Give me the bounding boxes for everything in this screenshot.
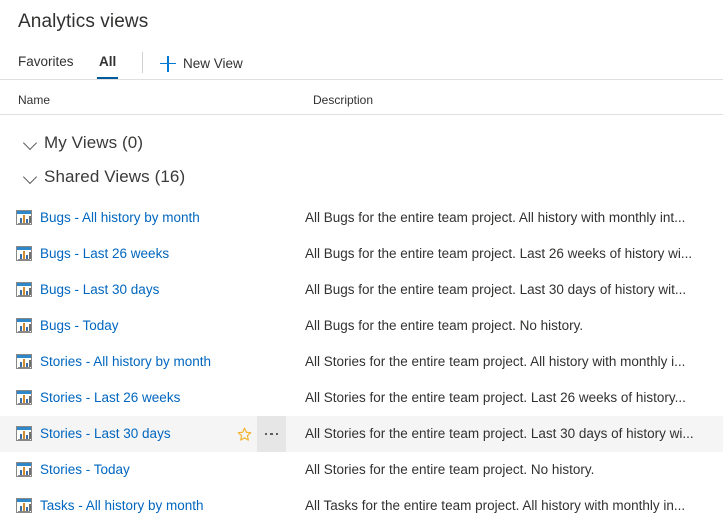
favorite-button[interactable] [231,416,257,452]
column-header-name[interactable]: Name [18,93,50,107]
view-description: All Stories for the entire team project.… [305,462,595,477]
chevron-down-icon [20,132,42,154]
chevron-down-icon [20,166,42,188]
new-view-button[interactable]: New View [160,48,243,79]
tab-all-label: All [99,54,117,69]
view-description: All Stories for the entire team project.… [305,390,686,405]
view-name-link[interactable]: Tasks - All history by month [40,497,204,515]
group-header-shared-views[interactable]: Shared Views (16) [0,160,723,194]
group-header-my-views[interactable]: My Views (0) [0,126,723,160]
tab-bar: Favorites All New View [0,48,723,80]
group-label-my-views: My Views (0) [44,133,144,152]
view-description: All Bugs for the entire team project. No… [305,318,584,333]
view-description: All Tasks for the entire team project. A… [305,498,686,513]
tab-active-indicator [97,77,119,79]
report-chart-icon [16,246,32,261]
view-name-link[interactable]: Bugs - Today [40,317,119,335]
report-chart-icon [16,354,32,369]
ellipsis-icon [264,432,279,436]
table-row[interactable]: Bugs - Last 30 days All Bugs for the enti… [0,272,723,308]
table-row[interactable]: Stories - All history by month All Storie… [0,344,723,380]
table-row[interactable]: Bugs - Last 26 weeks All Bugs for the ent… [0,236,723,272]
new-view-label: New View [183,55,243,71]
view-description: All Stories for the entire team project.… [305,426,694,441]
report-chart-icon [16,426,32,441]
view-description: All Bugs for the entire team project. La… [305,282,687,297]
report-chart-icon [16,210,32,225]
view-name-link[interactable]: Bugs - All history by month [40,209,200,227]
table-row[interactable]: Stories - Last 26 weeks All Stories for t… [0,380,723,416]
view-description: All Stories for the entire team project.… [305,354,686,369]
report-chart-icon [16,462,32,477]
table-row[interactable]: Stories - Last 30 days All Stories for th… [0,416,723,452]
view-name-link[interactable]: Stories - Last 30 days [40,425,171,443]
view-name-link[interactable]: Stories - Today [40,461,130,479]
group-label-shared-views: Shared Views (16) [44,167,186,186]
view-name-link[interactable]: Bugs - Last 30 days [40,281,159,299]
view-name-link[interactable]: Bugs - Last 26 weeks [40,245,169,263]
report-chart-icon [16,318,32,333]
tab-favorites-label: Favorites [18,54,74,69]
report-chart-icon [16,282,32,297]
column-header-description[interactable]: Description [313,93,373,107]
table-row[interactable]: Tasks - All history by month All Tasks fo… [0,488,723,524]
column-header-row: Name Description [0,88,723,115]
table-row[interactable]: Bugs - All history by month All Bugs for … [0,200,723,236]
plus-icon [160,55,176,72]
more-actions-button[interactable] [257,416,286,452]
table-row[interactable]: Bugs - Today All Bugs for the entire team… [0,308,723,344]
report-chart-icon [16,390,32,405]
view-name-link[interactable]: Stories - Last 26 weeks [40,389,180,407]
toolbar-divider [142,52,143,73]
view-description: All Bugs for the entire team project. Al… [305,210,686,225]
page-title: Analytics views [18,11,149,32]
view-name-link[interactable]: Stories - All history by month [40,353,211,371]
analytics-views-page: Analytics views Favorites All New View N… [0,0,723,527]
table-row[interactable]: Stories - Today All Stories for the entir… [0,452,723,488]
report-chart-icon [16,498,32,513]
tab-all[interactable]: All [97,48,119,79]
view-description: All Bugs for the entire team project. La… [305,246,693,261]
tab-favorites[interactable]: Favorites [18,48,74,79]
